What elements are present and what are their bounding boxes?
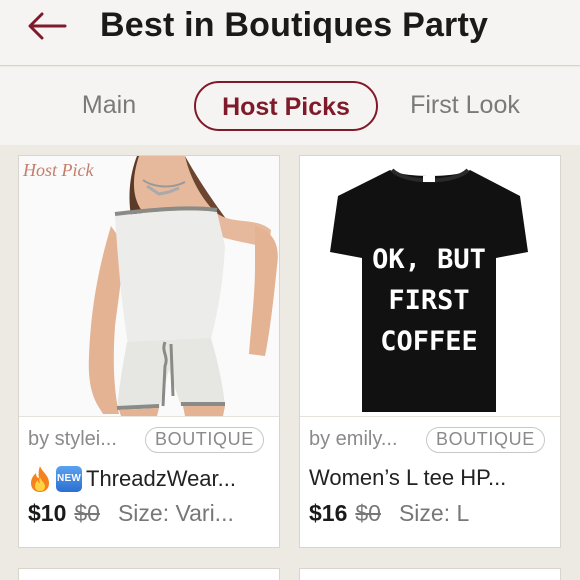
new-icon: NEW xyxy=(56,466,82,492)
host-pick-watermark: Host Pick xyxy=(23,160,94,180)
tshirt-photo: OK, BUT FIRST COFFEE xyxy=(300,156,560,416)
tab-bar: Main Host Picks First Look xyxy=(0,67,580,145)
listing-card[interactable]: OK, BUT FIRST COFFEE by emily... BOUTIQU… xyxy=(299,155,561,548)
price: $10 xyxy=(28,500,67,526)
price-line: $16 $0 Size: L xyxy=(309,500,469,527)
listing-image[interactable]: Host Pick xyxy=(19,156,279,416)
listing-title[interactable]: NEW ThreadzWear... xyxy=(28,465,236,493)
listing-card-peek[interactable] xyxy=(18,568,280,580)
size-label: Size: L xyxy=(398,500,470,526)
original-price: $0 xyxy=(355,500,381,526)
listing-title[interactable]: Women’s L tee HP... xyxy=(309,465,506,491)
shirt-text-line: OK, BUT xyxy=(372,244,486,275)
fire-icon xyxy=(31,466,49,492)
tab-first-look[interactable]: First Look xyxy=(402,81,528,131)
price-line: $10 $0 Size: Vari... xyxy=(28,500,234,527)
tab-host-picks[interactable]: Host Picks xyxy=(194,81,378,131)
divider xyxy=(300,416,560,417)
seller-name[interactable]: by emily... xyxy=(309,428,398,451)
tab-main[interactable]: Main xyxy=(72,81,146,131)
price: $16 xyxy=(309,500,348,526)
listing-title-text: Women’s L tee HP... xyxy=(309,465,507,490)
shirt-text-line: COFFEE xyxy=(380,326,478,357)
back-button[interactable] xyxy=(22,6,72,46)
page-title: Best in Boutiques Party xyxy=(100,6,489,44)
size-label: Size: Vari... xyxy=(117,500,234,526)
listing-card[interactable]: Host Pick by stylei... BOUTIQUE NEW Thre… xyxy=(18,155,280,548)
divider xyxy=(19,416,279,417)
listing-card-peek[interactable] xyxy=(299,568,561,580)
app-header: Best in Boutiques Party xyxy=(0,0,580,66)
seller-name[interactable]: by stylei... xyxy=(28,428,117,451)
shirt-text-line: FIRST xyxy=(388,285,469,316)
listing-title-text: ThreadzWear... xyxy=(86,466,236,491)
romper-photo xyxy=(19,156,279,416)
original-price: $0 xyxy=(74,500,100,526)
listing-image[interactable]: OK, BUT FIRST COFFEE xyxy=(300,156,560,416)
boutique-badge: BOUTIQUE xyxy=(426,427,545,453)
boutique-badge: BOUTIQUE xyxy=(145,427,264,453)
arrow-left-icon xyxy=(28,12,67,40)
